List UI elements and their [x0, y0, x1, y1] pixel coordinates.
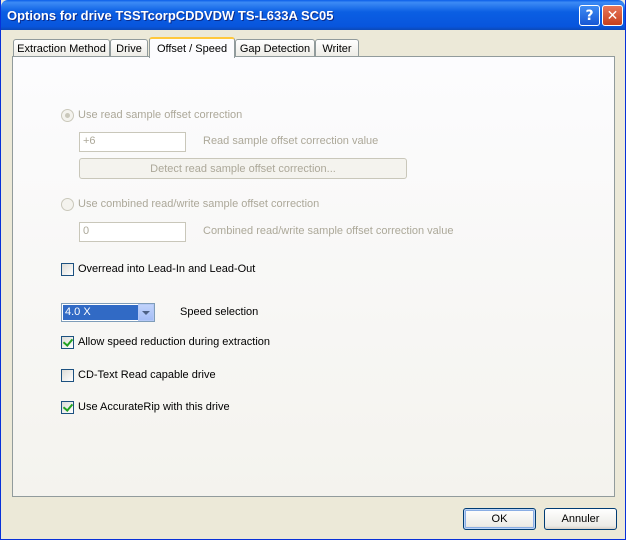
speed-select-value: 4.0 X	[63, 305, 139, 320]
read-offset-radio-label: Use read sample offset correction	[78, 109, 243, 121]
allow-speed-reduction-checkbox[interactable]	[61, 336, 74, 349]
cancel-button-label: Annuler	[561, 513, 600, 525]
ok-button-label: OK	[491, 513, 508, 525]
tab-drive[interactable]: Drive	[110, 39, 148, 57]
speed-selection-label: Speed selection	[180, 306, 259, 318]
tab-label: Writer	[322, 42, 352, 55]
combined-offset-input[interactable]: 0	[79, 222, 186, 242]
offset-speed-panel: Use read sample offset correction +6 Rea…	[12, 56, 615, 497]
title-bar[interactable]: Options for drive TSSTcorpCDDVDW TS-L633…	[1, 0, 625, 30]
cdtext-checkbox[interactable]	[61, 369, 74, 382]
detect-offset-button-label: Detect read sample offset correction...	[150, 162, 336, 175]
detect-offset-button[interactable]: Detect read sample offset correction...	[79, 158, 407, 179]
read-offset-radio[interactable]	[61, 109, 74, 122]
read-offset-value-label: Read sample offset correction value	[203, 135, 379, 147]
options-dialog: Options for drive TSSTcorpCDDVDW TS-L633…	[0, 0, 626, 540]
allow-speed-reduction-label: Allow speed reduction during extraction	[78, 336, 271, 348]
close-button[interactable]: ✕	[602, 5, 623, 26]
accuraterip-label: Use AccurateRip with this drive	[78, 401, 230, 413]
tab-label: Gap Detection	[239, 42, 311, 55]
accuraterip-checkbox[interactable]	[61, 401, 74, 414]
cancel-button[interactable]: Annuler	[544, 508, 617, 530]
question-icon: ?	[585, 7, 594, 24]
close-icon: ✕	[606, 7, 619, 24]
tab-gap-detection[interactable]: Gap Detection	[235, 39, 315, 57]
tab-label: Extraction Method	[17, 42, 106, 55]
read-offset-input[interactable]: +6	[79, 132, 186, 152]
combined-offset-radio-label: Use combined read/write sample offset co…	[78, 198, 320, 210]
ok-button[interactable]: OK	[463, 508, 536, 530]
tab-writer[interactable]: Writer	[315, 39, 359, 57]
tab-label: Drive	[116, 42, 142, 55]
combined-offset-value-label: Combined read/write sample offset correc…	[203, 225, 454, 237]
overread-label: Overread into Lead-In and Lead-Out	[78, 263, 256, 275]
chevron-down-icon[interactable]	[138, 304, 154, 321]
help-button[interactable]: ?	[579, 5, 600, 26]
cdtext-label: CD-Text Read capable drive	[78, 369, 216, 381]
overread-checkbox[interactable]	[61, 263, 74, 276]
tab-label: Offset / Speed	[156, 42, 228, 55]
tab-extraction-method[interactable]: Extraction Method	[13, 39, 110, 57]
window-title: Options for drive TSSTcorpCDDVDW TS-L633…	[7, 8, 334, 23]
speed-select[interactable]: 4.0 X	[61, 303, 155, 322]
combined-offset-radio[interactable]	[61, 198, 74, 211]
tab-offset-speed[interactable]: Offset / Speed	[149, 37, 235, 58]
